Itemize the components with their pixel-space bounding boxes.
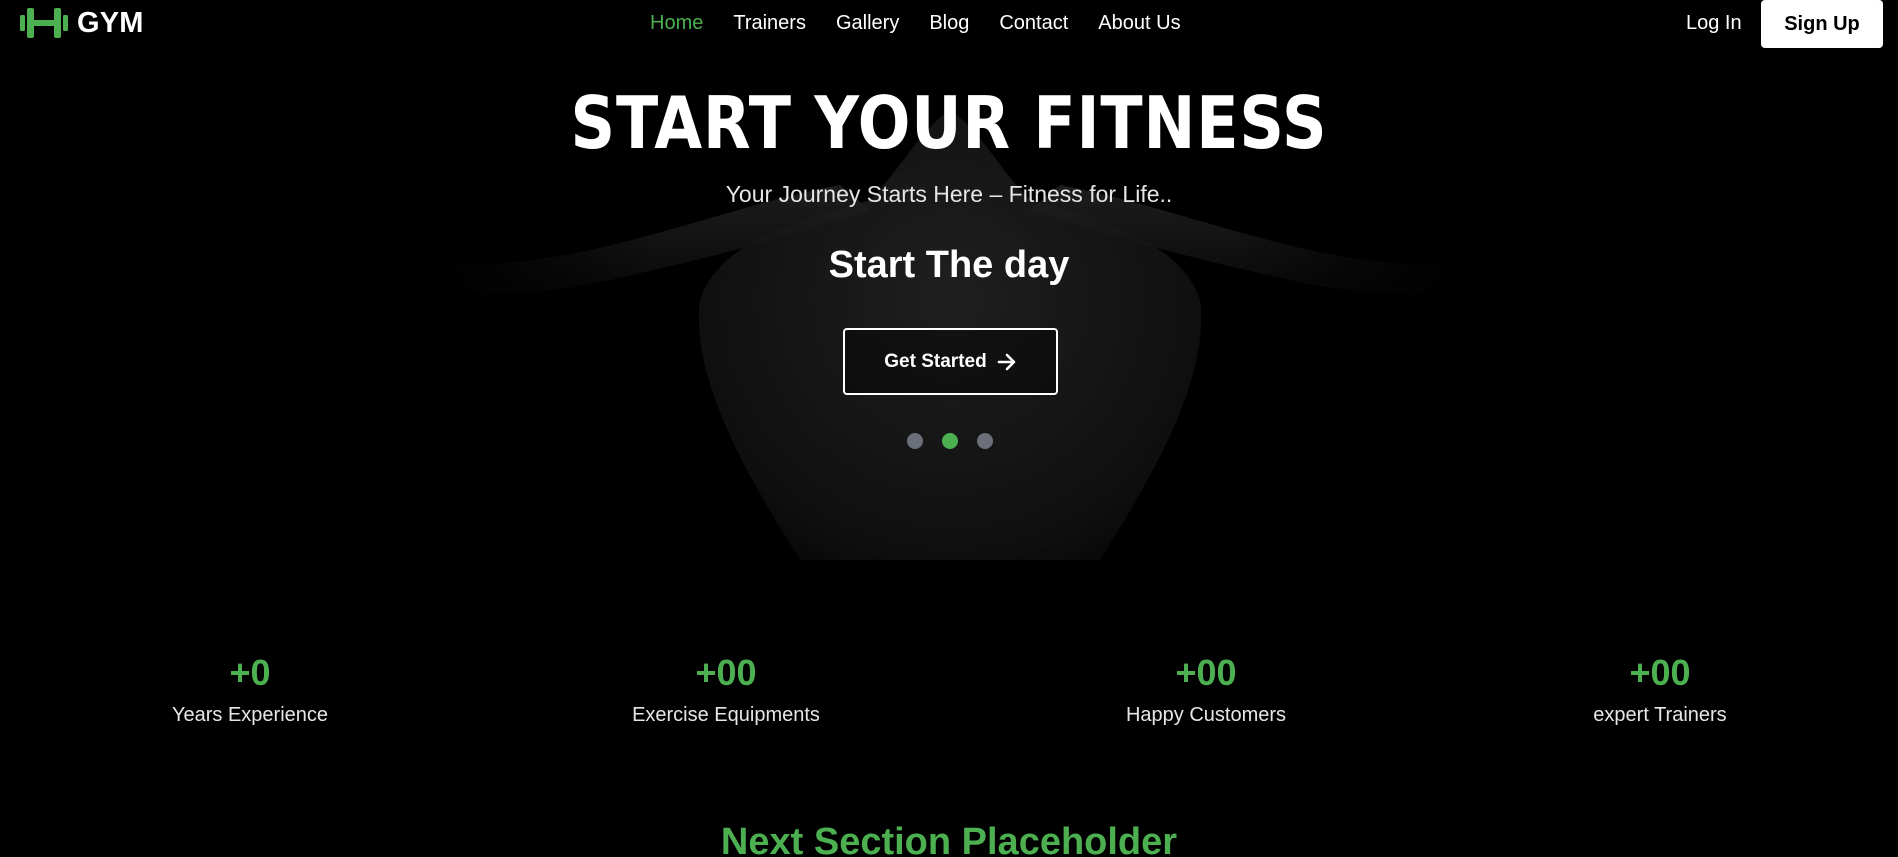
nav-item-home[interactable]: Home (650, 11, 703, 35)
stat-value: +00 (695, 652, 757, 693)
brand-logo[interactable]: GYM (20, 5, 144, 41)
nav-item-contact[interactable]: Contact (999, 11, 1068, 35)
login-link[interactable]: Log In (1686, 11, 1742, 35)
signup-button[interactable]: Sign Up (1761, 0, 1883, 48)
stat-exercise-equipments: +00 Exercise Equipments (526, 651, 926, 727)
dumbbell-icon (20, 8, 68, 38)
hero-subtitle: Your Journey Starts Here – Fitness for L… (725, 181, 1173, 207)
nav-item-about-us[interactable]: About Us (1098, 11, 1180, 35)
get-started-label: Get Started (884, 350, 987, 372)
stat-label: Happy Customers (1125, 704, 1287, 726)
main-menu: Home Trainers Gallery Blog Contact About… (650, 11, 1211, 35)
nav-item-trainers[interactable]: Trainers (733, 11, 806, 35)
navbar: GYM Home Trainers Gallery Blog Contact A… (0, 0, 1898, 48)
carousel-indicators (907, 433, 1012, 449)
stat-label: expert Trainers (1593, 704, 1727, 726)
hero-title: START YOUR FITNESS (570, 81, 1328, 165)
stat-years-experience: +0 Years Experience (50, 651, 450, 727)
get-started-button[interactable]: Get Started (843, 328, 1058, 395)
nav-item-blog[interactable]: Blog (929, 11, 969, 35)
stat-value: +00 (1629, 652, 1691, 693)
stat-label: Exercise Equipments (632, 704, 820, 726)
carousel-dot-1[interactable] (907, 433, 923, 449)
stat-expert-trainers: +00 expert Trainers (1460, 651, 1860, 727)
stat-happy-customers: +00 Happy Customers (1006, 651, 1406, 727)
page: GYM Home Trainers Gallery Blog Contact A… (0, 0, 1898, 857)
carousel-dot-2[interactable] (942, 433, 958, 449)
arrow-right-icon (997, 353, 1016, 370)
next-section-title: Next Section Placeholder (720, 821, 1178, 857)
stat-value: +0 (229, 652, 271, 693)
stat-value: +00 (1175, 652, 1237, 693)
carousel-dot-3[interactable] (977, 433, 993, 449)
brand-name: GYM (77, 6, 144, 39)
nav-item-gallery[interactable]: Gallery (836, 11, 899, 35)
hero-tagline: Start The day (828, 244, 1070, 286)
stat-label: Years Experience (171, 704, 329, 726)
